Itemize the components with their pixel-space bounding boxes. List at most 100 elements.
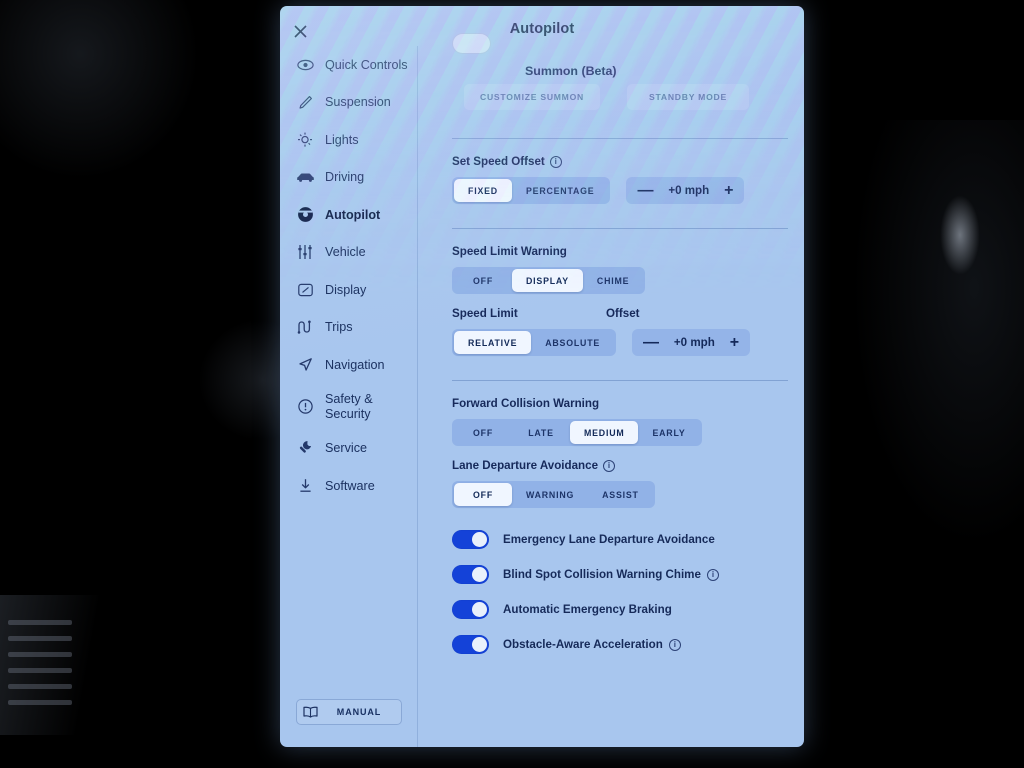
screen-header: Autopilot [280, 6, 804, 52]
sidebar-item-suspension[interactable]: Suspension [280, 84, 417, 122]
forward-collision-warning-segmented-control: OFF LATE MEDIUM EARLY [452, 419, 702, 446]
sidebar-item-label: Service [325, 441, 367, 456]
sidebar-item-safety-security[interactable]: Safety & Security [280, 384, 417, 430]
lane-departure-avoidance-segmented-control: OFF WARNING ASSIST [452, 481, 655, 508]
sidebar-item-label: Display [325, 282, 367, 297]
book-icon [297, 706, 323, 718]
info-icon[interactable]: i [706, 568, 719, 581]
increment-button[interactable]: + [724, 182, 733, 199]
interior-reflection-mid-left [200, 320, 290, 440]
sidebar-item-driving[interactable]: Driving [280, 159, 417, 197]
lightbulb-icon [294, 131, 316, 149]
interior-reflection-bottom-left [0, 595, 110, 735]
toggle-label: Blind Spot Collision Warning Chime i [503, 568, 719, 581]
toggle-label-text: Emergency Lane Departure Avoidance [503, 533, 715, 546]
set-speed-offset-value: +0 mph [668, 184, 710, 197]
download-icon [294, 477, 316, 495]
toggle-row-blind-spot-collision-warning-chime: Blind Spot Collision Warning Chime i [452, 557, 788, 592]
dashboard-photo: Autopilot Quick Controls Suspension Ligh… [0, 0, 1024, 768]
interior-reflection-right [855, 120, 1024, 540]
sidebar-item-service[interactable]: Service [280, 430, 417, 468]
lane-departure-avoidance-title: Lane Departure Avoidance [452, 459, 599, 472]
settings-sidebar: Quick Controls Suspension Lights Driving… [280, 46, 418, 747]
car-icon [294, 168, 316, 186]
sidebar-item-lights[interactable]: Lights [280, 121, 417, 159]
speed-limit-warning-section: Speed Limit Warning OFF DISPLAY CHIME [452, 229, 788, 294]
decrement-button[interactable]: — [643, 334, 659, 351]
sidebar-item-label: Navigation [325, 357, 385, 372]
info-icon[interactable]: i [603, 459, 616, 472]
interior-reflection-top-left [0, 0, 200, 180]
touchscreen-panel: Autopilot Quick Controls Suspension Ligh… [280, 6, 804, 747]
sidebar-item-display[interactable]: Display [280, 271, 417, 309]
info-icon[interactable]: i [549, 155, 562, 168]
sidebar-item-label: Driving [325, 170, 365, 185]
wrench-icon [294, 439, 316, 457]
decrement-button[interactable]: — [637, 182, 653, 199]
toggle-label-text: Automatic Emergency Braking [503, 603, 672, 616]
segment-warning[interactable]: WARNING [512, 483, 588, 506]
lane-departure-avoidance-section: Lane Departure Avoidance i OFF WARNING A… [452, 446, 788, 508]
speed-limit-warning-title: Speed Limit Warning [452, 245, 567, 258]
info-icon[interactable]: i [668, 638, 681, 651]
segment-assist[interactable]: ASSIST [588, 483, 653, 506]
speed-limit-title: Speed Limit [452, 307, 518, 320]
increment-button[interactable]: + [730, 334, 739, 351]
segment-fixed[interactable]: FIXED [454, 179, 512, 202]
automatic-emergency-braking-toggle[interactable] [452, 600, 489, 619]
forward-collision-warning-label: Forward Collision Warning [452, 397, 788, 410]
speed-limit-labels: Speed Limit Offset [452, 307, 788, 329]
toggle-row-obstacle-aware-acceleration: Obstacle-Aware Acceleration i [452, 627, 788, 662]
segment-early[interactable]: EARLY [638, 421, 699, 444]
steering-wheel-icon [294, 206, 316, 224]
sidebar-item-vehicle[interactable]: Vehicle [280, 234, 417, 272]
segment-display[interactable]: DISPLAY [512, 269, 583, 292]
manual-button[interactable]: MANUAL [296, 699, 402, 725]
summon-label: Summon (Beta) [525, 64, 617, 78]
toggle-label: Obstacle-Aware Acceleration i [503, 638, 681, 651]
emergency-lane-departure-avoidance-toggle[interactable] [452, 530, 489, 549]
blind-spot-collision-warning-chime-toggle[interactable] [452, 565, 489, 584]
segment-relative[interactable]: RELATIVE [454, 331, 532, 354]
segment-chime[interactable]: CHIME [583, 269, 643, 292]
sidebar-item-autopilot[interactable]: Autopilot [280, 196, 417, 234]
manual-button-label: MANUAL [336, 707, 382, 717]
customize-summon-button[interactable]: CUSTOMIZE SUMMON [464, 84, 600, 110]
toggle-row-emergency-lane-departure-avoidance: Emergency Lane Departure Avoidance [452, 522, 788, 557]
eye-icon [294, 56, 316, 74]
trips-icon [294, 318, 316, 336]
toggle-label: Emergency Lane Departure Avoidance [503, 533, 715, 546]
segment-off[interactable]: OFF [454, 269, 512, 292]
segment-percentage[interactable]: PERCENTAGE [512, 179, 608, 202]
segment-absolute[interactable]: ABSOLUTE [531, 331, 614, 354]
sidebar-item-label: Quick Controls [325, 57, 408, 72]
set-speed-offset-segmented-control: FIXED PERCENTAGE [452, 177, 611, 204]
segment-medium[interactable]: MEDIUM [570, 421, 639, 444]
sidebar-item-label: Autopilot [325, 207, 381, 222]
settings-content: Summon (Beta) CUSTOMIZE SUMMON STANDBY M… [419, 33, 804, 747]
obstacle-aware-acceleration-toggle[interactable] [452, 635, 489, 654]
sidebar-item-navigation[interactable]: Navigation [280, 346, 417, 384]
toggle-label-text: Obstacle-Aware Acceleration [503, 638, 663, 651]
sidebar-item-label: Trips [325, 320, 353, 335]
pencil-icon [294, 93, 316, 111]
sidebar-item-label: Safety & Security [325, 392, 373, 421]
segment-late[interactable]: LATE [512, 421, 570, 444]
speed-limit-controls: RELATIVE ABSOLUTE — +0 mph + [452, 329, 788, 356]
speed-limit-offset-stepper: — +0 mph + [632, 329, 751, 356]
page-title: Autopilot [509, 21, 575, 37]
set-speed-offset-section: Set Speed Offset i FIXED PERCENTAGE — +0… [452, 139, 788, 204]
segment-off[interactable]: OFF [454, 483, 512, 506]
summon-actions: CUSTOMIZE SUMMON STANDBY MODE [452, 84, 788, 122]
sidebar-item-software[interactable]: Software [280, 467, 417, 505]
set-speed-offset-title: Set Speed Offset [452, 155, 545, 168]
sidebar-item-label: Vehicle [325, 245, 366, 260]
sidebar-item-label: Lights [325, 132, 359, 147]
navigation-arrow-icon [294, 356, 316, 374]
segment-off[interactable]: OFF [454, 421, 512, 444]
standby-mode-button[interactable]: STANDBY MODE [627, 84, 749, 110]
sidebar-item-trips[interactable]: Trips [280, 309, 417, 347]
forward-collision-warning-section: Forward Collision Warning OFF LATE MEDIU… [452, 381, 788, 446]
air-vent [8, 620, 78, 725]
display-icon [294, 281, 316, 299]
